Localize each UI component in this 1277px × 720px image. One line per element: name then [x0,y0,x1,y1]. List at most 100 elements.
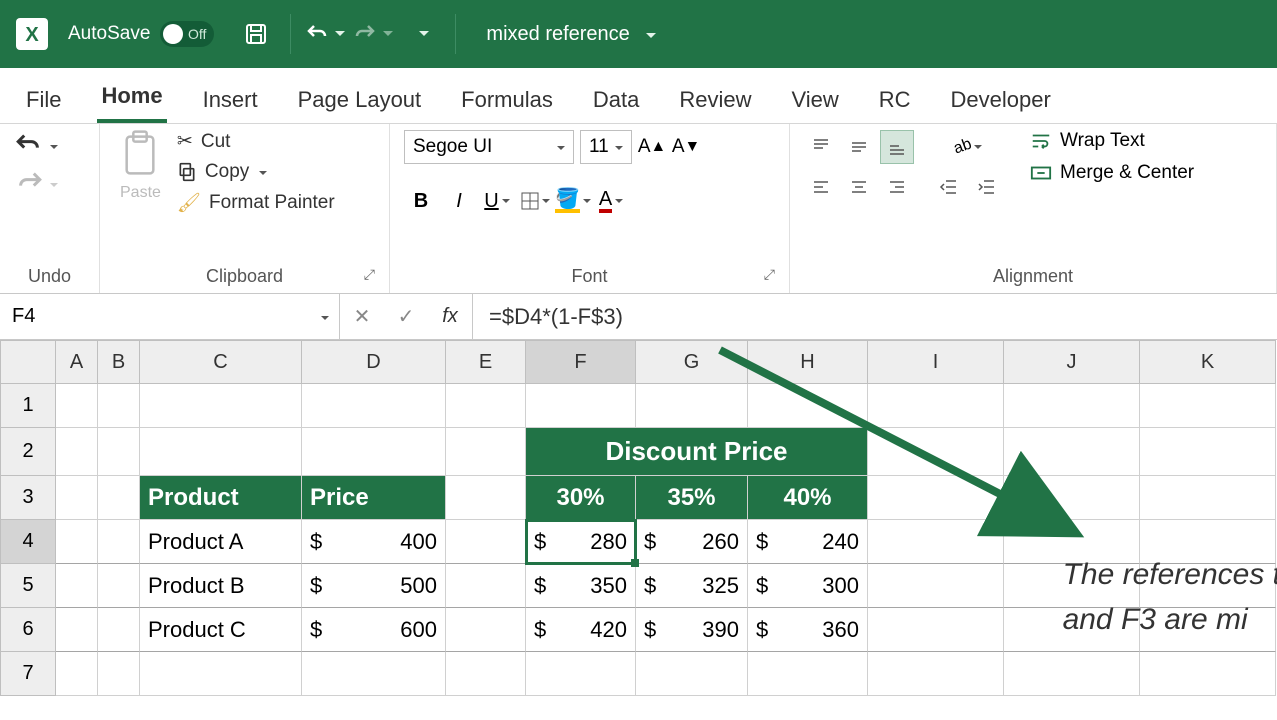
cell[interactable] [748,384,868,428]
cell[interactable] [56,476,98,520]
tab-developer[interactable]: Developer [947,77,1055,123]
cell[interactable] [1140,652,1276,696]
cell[interactable] [1004,384,1140,428]
cell[interactable] [140,652,302,696]
cell[interactable]: $240 [748,520,868,564]
tab-view[interactable]: View [787,77,842,123]
cell[interactable]: $325 [636,564,748,608]
decrease-indent-button[interactable] [932,170,966,204]
cell[interactable] [526,384,636,428]
cell[interactable] [1004,428,1140,476]
font-color-button[interactable]: A [594,184,628,218]
orientation-button[interactable]: ab [932,130,1004,164]
cell[interactable]: $390 [636,608,748,652]
ribbon-redo-button[interactable] [14,168,58,196]
col-header[interactable]: K [1140,340,1276,384]
tab-formulas[interactable]: Formulas [457,77,557,123]
cell[interactable] [1004,476,1140,520]
cell[interactable]: 40% [748,476,868,520]
ribbon-undo-button[interactable] [14,130,58,158]
cell[interactable] [1004,652,1140,696]
cell[interactable]: Product [140,476,302,520]
cell[interactable] [748,652,868,696]
cell[interactable] [56,564,98,608]
increase-font-button[interactable]: A▲ [638,130,666,164]
cell[interactable]: $400 [302,520,446,564]
dialog-launcher-icon[interactable]: ⤢ [764,266,775,283]
autosave-toggle[interactable]: AutoSave Off [68,21,214,47]
align-bottom-button[interactable] [880,130,914,164]
cell[interactable] [446,564,526,608]
enter-formula-button[interactable]: ✓ [384,304,428,329]
col-header[interactable]: I [868,340,1004,384]
toggle-switch[interactable]: Off [160,21,214,47]
row-header[interactable]: 4 [0,520,56,564]
tab-home[interactable]: Home [97,73,166,123]
col-header[interactable]: A [56,340,98,384]
formula-input[interactable]: =$D4*(1-F$3) [473,294,1277,339]
cell[interactable] [98,564,140,608]
cell[interactable] [868,564,1004,608]
row-header[interactable]: 6 [0,608,56,652]
tab-pagelayout[interactable]: Page Layout [294,77,426,123]
align-left-button[interactable] [804,170,838,204]
cell[interactable] [868,384,1004,428]
fill-color-button[interactable]: 🪣 [556,184,590,218]
cell[interactable]: $360 [748,608,868,652]
col-header[interactable]: F [526,340,636,384]
tab-review[interactable]: Review [675,77,755,123]
col-header[interactable]: J [1004,340,1140,384]
cell[interactable] [446,652,526,696]
cell[interactable] [446,384,526,428]
cell[interactable] [56,428,98,476]
font-size-select[interactable]: 11 [580,130,632,164]
cell[interactable] [56,384,98,428]
align-middle-button[interactable] [842,130,876,164]
cell[interactable]: $300 [748,564,868,608]
undo-button[interactable] [305,14,345,54]
cell[interactable] [1140,428,1276,476]
paste-button[interactable]: Paste [114,130,167,202]
cell[interactable] [98,384,140,428]
cell[interactable]: Product C [140,608,302,652]
cell[interactable] [868,520,1004,564]
cell[interactable] [868,652,1004,696]
fx-button[interactable]: fx [428,305,472,328]
border-button[interactable] [518,184,552,218]
cell[interactable] [446,520,526,564]
cell[interactable] [636,652,748,696]
cell-discount-title[interactable]: Discount Price [526,428,868,476]
name-box[interactable]: F4 [0,294,340,339]
col-header[interactable]: E [446,340,526,384]
cell[interactable]: $260 [636,520,748,564]
row-header[interactable]: 1 [0,384,56,428]
col-header[interactable]: B [98,340,140,384]
copy-button[interactable]: Copy [177,161,335,183]
cell[interactable] [302,384,446,428]
cell[interactable] [868,476,1004,520]
cell[interactable]: 30% [526,476,636,520]
select-all-corner[interactable] [0,340,56,384]
cut-button[interactable]: ✂Cut [177,130,335,153]
tab-rc[interactable]: RC [875,77,915,123]
col-header[interactable]: H [748,340,868,384]
wrap-text-button[interactable]: Wrap Text [1030,130,1194,152]
underline-button[interactable]: U [480,184,514,218]
tab-data[interactable]: Data [589,77,643,123]
italic-button[interactable]: I [442,184,476,218]
cell[interactable] [98,652,140,696]
cell[interactable] [98,428,140,476]
cell[interactable]: Product A [140,520,302,564]
save-button[interactable] [236,14,276,54]
cell[interactable]: $420 [526,608,636,652]
cell[interactable] [868,428,1004,476]
row-header[interactable]: 3 [0,476,56,520]
row-header[interactable]: 2 [0,428,56,476]
align-center-button[interactable] [842,170,876,204]
cell[interactable]: $350 [526,564,636,608]
cell[interactable] [636,384,748,428]
font-name-select[interactable]: Segoe UI [404,130,574,164]
cell[interactable] [302,428,446,476]
cell[interactable]: 35% [636,476,748,520]
cell[interactable] [140,428,302,476]
